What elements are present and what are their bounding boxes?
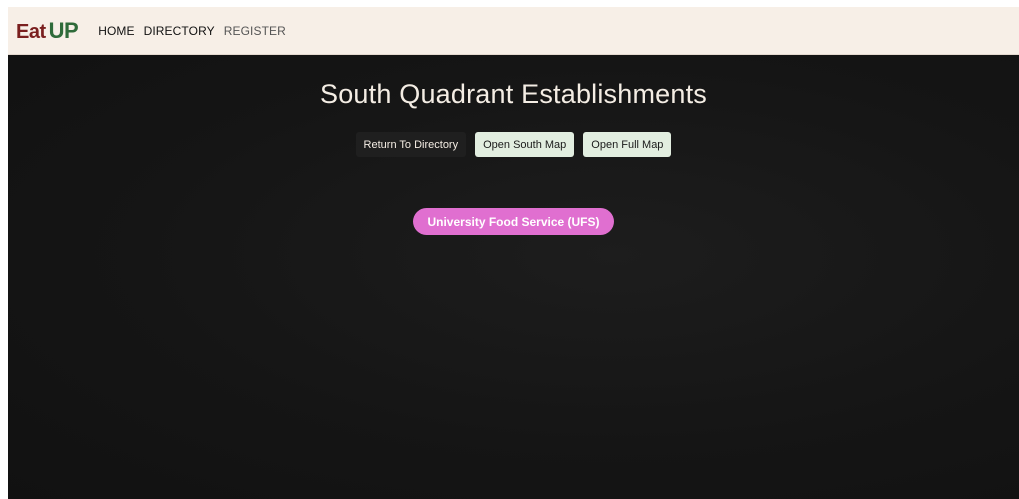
open-south-map-button[interactable]: Open South Map [475,132,575,157]
nav-link-directory[interactable]: DIRECTORY [144,24,215,38]
establishment-ufs-button[interactable]: University Food Service (UFS) [413,208,614,235]
open-full-map-button[interactable]: Open Full Map [583,132,672,157]
navbar: Eat UP HOME DIRECTORY REGISTER [8,7,1019,55]
return-to-directory-button[interactable]: Return To Directory [355,132,467,157]
nav-link-register[interactable]: REGISTER [224,24,286,38]
brand-up-text: UP [48,17,79,43]
action-buttons: Return To Directory Open South Map Open … [8,132,1019,157]
brand-logo[interactable]: Eat UP [16,17,79,44]
app-frame: Eat UP HOME DIRECTORY REGISTER South Qua… [8,7,1019,499]
main-content: South Quadrant Establishments Return To … [8,55,1019,499]
brand-eat-text: Eat [16,20,46,43]
page-title: South Quadrant Establishments [319,79,708,109]
establishment-list: University Food Service (UFS) [8,208,1019,235]
nav-link-home[interactable]: HOME [98,24,134,38]
